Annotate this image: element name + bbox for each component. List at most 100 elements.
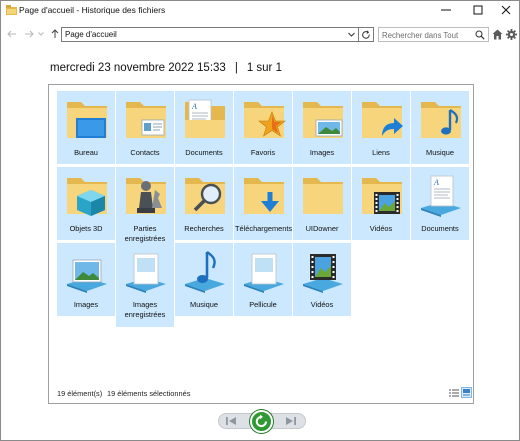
heading-separator: | bbox=[234, 62, 238, 74]
maximize-icon bbox=[473, 5, 483, 15]
folder-desktop-icon bbox=[67, 102, 107, 138]
file-history-app-icon bbox=[6, 5, 17, 15]
item-count: 19 élément(s) bbox=[57, 389, 103, 398]
grid-item-label: Objets 3D bbox=[69, 224, 103, 233]
grid-item-label: Téléchargements bbox=[235, 224, 293, 233]
grid-item-bureau[interactable]: Bureau bbox=[57, 91, 115, 164]
back-button[interactable] bbox=[6, 28, 18, 40]
file-history-window: Page d'accueil - Historique des fichiers… bbox=[0, 0, 520, 441]
library-saved-pictures-icon bbox=[126, 253, 166, 293]
grid-item-recherches[interactable]: Recherches bbox=[175, 167, 233, 240]
backup-heading: mercredi 23 novembre 2022 15:33 | 1 sur 1 bbox=[50, 62, 282, 74]
library-documents-icon: A bbox=[421, 175, 461, 217]
grid-item-label: UIDowner bbox=[305, 224, 339, 233]
grid-item-label: Pellicule bbox=[249, 300, 277, 309]
folder-favorites-icon bbox=[244, 102, 286, 138]
folder-searches-icon bbox=[185, 178, 225, 214]
grid-item-telechargements[interactable]: Téléchargements bbox=[234, 167, 292, 240]
grid-item-pellicule[interactable]: Pellicule bbox=[234, 243, 292, 316]
backup-content-panel: Bureau Contacts A Documents Favoris Imag… bbox=[48, 84, 474, 404]
svg-text:A: A bbox=[191, 102, 197, 111]
next-version-icon[interactable] bbox=[284, 415, 298, 427]
details-view-icon[interactable] bbox=[449, 388, 459, 398]
grid-item-label: Documents bbox=[421, 224, 459, 233]
address-bar[interactable]: Page d'accueil bbox=[61, 27, 359, 42]
library-camera-roll-icon bbox=[244, 253, 284, 293]
grid-item-label: Vidéos bbox=[310, 300, 334, 309]
folder-icon bbox=[303, 178, 343, 214]
grid-item-objets-3d[interactable]: Objets 3D bbox=[57, 167, 115, 240]
grid-item-favoris[interactable]: Favoris bbox=[234, 91, 292, 164]
folder-contacts-icon bbox=[126, 102, 166, 138]
svg-text:A: A bbox=[433, 178, 439, 187]
gear-icon[interactable] bbox=[506, 29, 517, 40]
recent-locations-button[interactable] bbox=[37, 28, 45, 40]
maximize-button[interactable] bbox=[463, 1, 493, 19]
grid-item-library-videos[interactable]: Vidéos bbox=[293, 243, 351, 316]
grid-item-label: Documents bbox=[185, 148, 223, 157]
backup-page-indicator: 1 sur 1 bbox=[246, 62, 282, 74]
grid-item-label: Images bbox=[73, 300, 99, 309]
minimize-icon bbox=[441, 9, 451, 11]
previous-version-icon[interactable] bbox=[224, 415, 238, 427]
folder-documents-icon: A bbox=[185, 99, 225, 138]
folder-links-icon bbox=[362, 102, 403, 138]
minimize-button[interactable] bbox=[431, 1, 461, 19]
folder-3d-objects-icon bbox=[67, 178, 107, 216]
arrow-up-icon bbox=[51, 29, 59, 38]
grid-item-label: Favoris bbox=[250, 148, 276, 157]
folder-saved-games-icon bbox=[126, 178, 166, 214]
grid-item-images[interactable]: Images bbox=[293, 91, 351, 164]
home-icon[interactable] bbox=[492, 29, 503, 40]
grid-item-library-musique[interactable]: Musique bbox=[175, 243, 233, 316]
grid-item-label: Recherches bbox=[184, 224, 224, 233]
grid-item-label: Liens bbox=[372, 148, 390, 157]
navigation-bar: Page d'accueil bbox=[1, 24, 519, 46]
folder-videos-icon bbox=[362, 178, 402, 214]
arrow-left-icon bbox=[7, 30, 16, 38]
grid-item-videos[interactable]: Vidéos bbox=[352, 167, 410, 240]
close-button[interactable] bbox=[491, 1, 520, 19]
grid-item-label: Images enregistrées bbox=[124, 300, 166, 319]
grid-item-documents[interactable]: A Documents bbox=[175, 91, 233, 164]
backup-date: mercredi 23 novembre 2022 15:33 bbox=[50, 62, 226, 74]
refresh-button[interactable] bbox=[359, 27, 374, 42]
grid-item-label: Parties enregistrées bbox=[124, 224, 166, 243]
grid-item-uidowner[interactable]: UIDowner bbox=[293, 167, 351, 240]
grid-item-label: Musique bbox=[190, 300, 218, 309]
folder-music-icon bbox=[421, 102, 461, 138]
grid-item-images-enregistrees[interactable]: Images enregistrées bbox=[116, 243, 174, 327]
grid-item-label: Bureau bbox=[74, 148, 98, 157]
window-title: Page d'accueil - Historique des fichiers bbox=[19, 5, 166, 15]
forward-button[interactable] bbox=[23, 28, 35, 40]
grid-item-library-images[interactable]: Images bbox=[57, 243, 115, 316]
large-icons-view-button[interactable] bbox=[461, 387, 472, 398]
grid-item-musique[interactable]: Musique bbox=[411, 91, 469, 164]
search-box[interactable] bbox=[378, 27, 489, 42]
grid-item-label: Vidéos bbox=[369, 224, 393, 233]
address-text: Page d'accueil bbox=[65, 30, 117, 39]
grid-item-label: Images bbox=[309, 148, 335, 157]
up-button[interactable] bbox=[49, 28, 61, 40]
grid-item-liens[interactable]: Liens bbox=[352, 91, 410, 164]
selection-count: 19 éléments sélectionnés bbox=[107, 389, 191, 398]
large-icons-view-icon bbox=[463, 389, 470, 396]
folder-pictures-icon bbox=[303, 102, 343, 138]
grid-item-label: Musique bbox=[426, 148, 454, 157]
library-music-icon bbox=[185, 251, 225, 293]
chevron-down-icon bbox=[38, 32, 44, 36]
search-icon[interactable] bbox=[475, 30, 485, 40]
restore-button[interactable] bbox=[250, 410, 273, 433]
refresh-icon bbox=[362, 29, 370, 39]
address-dropdown-icon[interactable] bbox=[347, 30, 356, 39]
grid-item-library-documents[interactable]: A Documents bbox=[411, 167, 469, 240]
playback-controls bbox=[218, 410, 306, 433]
grid-item-parties-enregistrees[interactable]: Parties enregistrées bbox=[116, 167, 174, 251]
grid-item-contacts[interactable]: Contacts bbox=[116, 91, 174, 164]
grid-item-label: Contacts bbox=[130, 148, 160, 157]
arrow-right-icon bbox=[25, 30, 34, 38]
library-pictures-icon bbox=[67, 259, 107, 293]
search-input[interactable] bbox=[382, 29, 474, 41]
library-videos-icon bbox=[303, 254, 343, 293]
title-bar[interactable]: Page d'accueil - Historique des fichiers bbox=[1, 1, 519, 21]
